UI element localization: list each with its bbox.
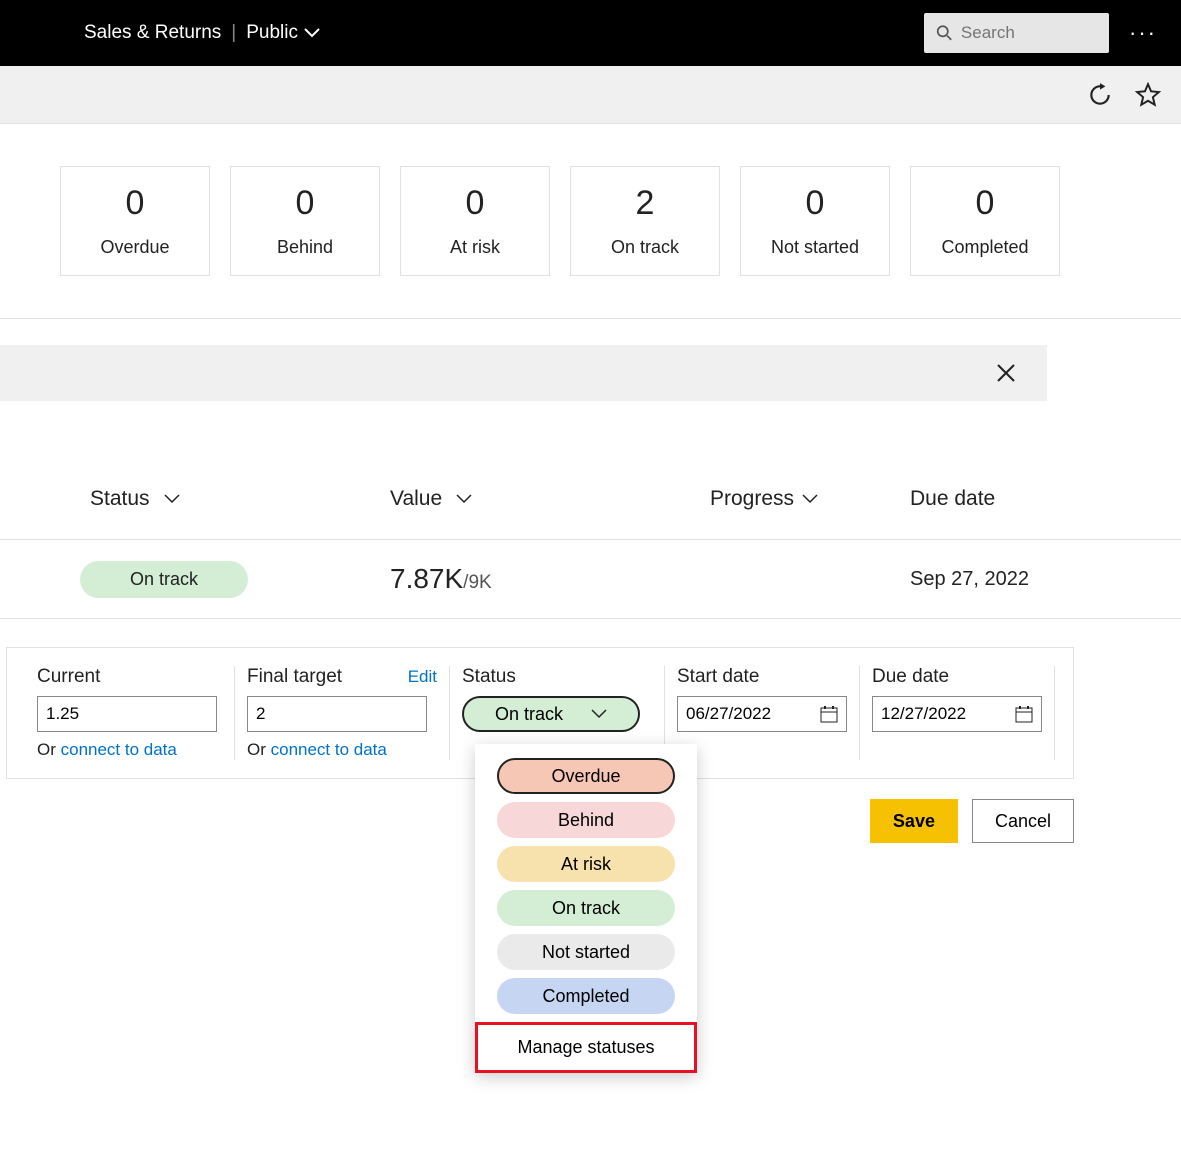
chevron-down-icon <box>802 494 818 504</box>
status-select[interactable]: On track <box>462 696 640 732</box>
status-card-behind[interactable]: 0 Behind <box>230 166 380 276</box>
app-header: Sales & Returns | Public ··· <box>0 0 1181 66</box>
chevron-down-icon <box>456 494 472 504</box>
card-count: 0 <box>466 184 485 223</box>
status-card-notstarted[interactable]: 0 Not started <box>740 166 890 276</box>
detail-panel-bar <box>0 345 1047 401</box>
status-option-behind[interactable]: Behind <box>497 802 675 838</box>
chevron-down-icon <box>304 28 320 38</box>
metric-row[interactable]: On track 7.87K/9K Sep 27, 2022 <box>0 539 1181 619</box>
edit-form: Current Or connect to data Final target … <box>6 647 1074 779</box>
refresh-icon <box>1087 82 1113 108</box>
manage-statuses-highlight: Manage statuses <box>475 1022 697 1073</box>
status-selected-label: On track <box>495 704 563 725</box>
column-headers: Status Value Progress Due date <box>0 401 1181 539</box>
col-label: Status <box>90 487 150 511</box>
field-label: Start date <box>677 666 847 688</box>
due-cell: Sep 27, 2022 <box>910 568 1029 591</box>
field-label: Status <box>462 666 652 688</box>
workspace-name: Sales & Returns <box>84 22 221 44</box>
current-input[interactable] <box>37 696 217 732</box>
refresh-button[interactable] <box>1087 82 1113 108</box>
close-icon <box>995 362 1017 384</box>
status-option-atrisk[interactable]: At risk <box>497 846 675 882</box>
target-hint: Or connect to data <box>247 740 437 760</box>
field-current: Current Or connect to data <box>25 666 235 760</box>
value-target: /9K <box>463 572 492 593</box>
field-label: Current <box>37 666 222 688</box>
status-card-overdue[interactable]: 0 Overdue <box>60 166 210 276</box>
card-count: 2 <box>636 184 655 223</box>
search-box[interactable] <box>924 13 1109 53</box>
column-header-status[interactable]: Status <box>90 487 390 511</box>
status-card-completed[interactable]: 0 Completed <box>910 166 1060 276</box>
card-label: Behind <box>277 237 333 258</box>
visibility-dropdown[interactable]: Public <box>246 22 320 44</box>
card-label: Not started <box>771 237 859 258</box>
close-panel-button[interactable] <box>995 362 1017 384</box>
column-header-progress[interactable]: Progress <box>710 487 910 511</box>
status-card-ontrack[interactable]: 2 On track <box>570 166 720 276</box>
status-dropdown-menu: Overdue Behind At risk On track Not star… <box>475 744 697 1073</box>
connect-data-link[interactable]: connect to data <box>61 740 177 759</box>
calendar-icon <box>820 705 838 723</box>
status-option-notstarted[interactable]: Not started <box>497 934 675 970</box>
more-menu-button[interactable]: ··· <box>1129 20 1157 46</box>
field-label: Due date <box>872 666 1042 688</box>
search-input[interactable] <box>961 23 1097 43</box>
connect-data-link[interactable]: connect to data <box>271 740 387 759</box>
card-count: 0 <box>976 184 995 223</box>
field-due-date: Due date 12/27/2022 <box>860 666 1055 760</box>
edit-target-link[interactable]: Edit <box>408 667 437 687</box>
date-value: 06/27/2022 <box>686 704 771 724</box>
star-icon <box>1135 82 1161 108</box>
col-label: Value <box>390 487 442 511</box>
card-label: On track <box>611 237 679 258</box>
start-date-input[interactable]: 06/27/2022 <box>677 696 847 732</box>
visibility-label: Public <box>246 22 298 44</box>
status-pill: On track <box>80 561 248 598</box>
current-hint: Or connect to data <box>37 740 222 760</box>
due-date-input[interactable]: 12/27/2022 <box>872 696 1042 732</box>
col-label: Progress <box>710 487 794 511</box>
status-option-ontrack[interactable]: On track <box>497 890 675 926</box>
calendar-icon <box>1015 705 1033 723</box>
value-current: 7.87K <box>390 563 463 594</box>
chevron-down-icon <box>164 494 180 504</box>
manage-statuses-link[interactable]: Manage statuses <box>478 1033 694 1062</box>
column-header-due: Due date <box>910 487 1090 511</box>
favorite-button[interactable] <box>1135 82 1161 108</box>
card-count: 0 <box>806 184 825 223</box>
value-cell: 7.87K/9K <box>390 563 710 595</box>
search-icon <box>936 23 953 43</box>
field-final-target: Final target Edit Or connect to data <box>235 666 450 760</box>
cancel-button[interactable]: Cancel <box>972 799 1074 843</box>
status-option-overdue[interactable]: Overdue <box>497 758 675 794</box>
col-label: Due date <box>910 487 995 511</box>
date-value: 12/27/2022 <box>881 704 966 724</box>
field-label: Final target Edit <box>247 666 437 688</box>
sub-toolbar <box>0 66 1181 124</box>
status-cards-row: 0 Overdue 0 Behind 0 At risk 2 On track … <box>0 124 1181 319</box>
card-count: 0 <box>296 184 315 223</box>
column-header-value[interactable]: Value <box>390 487 710 511</box>
card-count: 0 <box>126 184 145 223</box>
save-button[interactable]: Save <box>870 799 958 843</box>
status-card-atrisk[interactable]: 0 At risk <box>400 166 550 276</box>
status-option-completed[interactable]: Completed <box>497 978 675 1014</box>
card-label: Completed <box>941 237 1028 258</box>
final-target-input[interactable] <box>247 696 427 732</box>
card-label: Overdue <box>100 237 169 258</box>
chevron-down-icon <box>591 709 607 719</box>
card-label: At risk <box>450 237 500 258</box>
title-divider: | <box>231 22 236 44</box>
